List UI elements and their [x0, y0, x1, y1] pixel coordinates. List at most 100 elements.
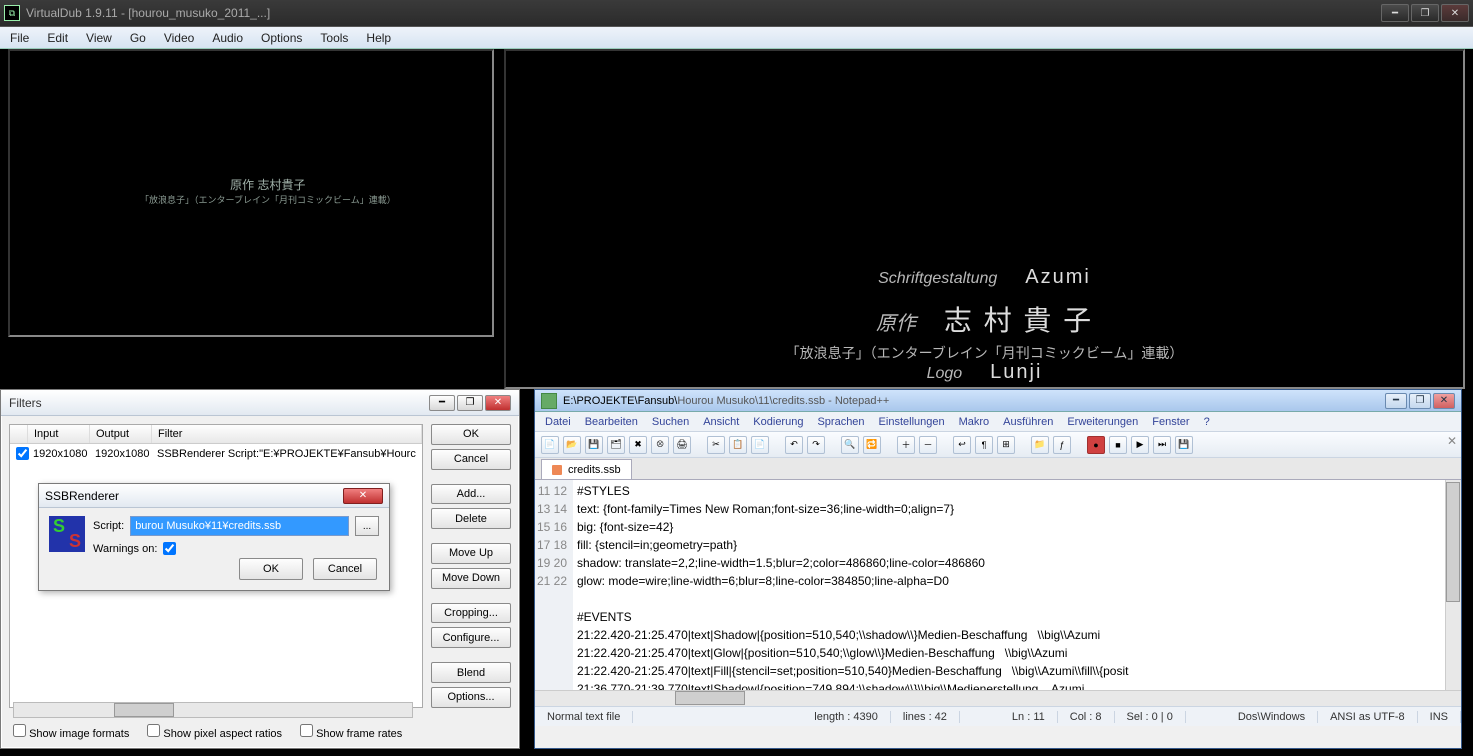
filters-add-button[interactable]: Add... [431, 484, 511, 505]
npp-titlebar[interactable]: E:\PROJEKTE\Fansub\Hourou Musuko\11\cred… [535, 390, 1461, 412]
minimize-button[interactable]: ━ [1381, 4, 1409, 22]
filter-row[interactable]: 1920x1080 1920x1080 SSBRenderer Script:"… [10, 444, 422, 463]
filters-close-button[interactable]: ✕ [485, 395, 511, 411]
filters-ok-button[interactable]: OK [431, 424, 511, 445]
stop-macro-icon[interactable]: ■ [1109, 436, 1127, 454]
npp-hscroll[interactable] [535, 690, 1461, 706]
filters-hscroll-thumb[interactable] [114, 703, 174, 717]
menu-view[interactable]: View [86, 31, 112, 45]
npp-hscroll-thumb[interactable] [675, 691, 745, 705]
menu-help[interactable]: Help [366, 31, 391, 45]
filters-cropping-button[interactable]: Cropping... [431, 603, 511, 624]
filters-movedown-button[interactable]: Move Down [431, 568, 511, 589]
close-button[interactable]: ✕ [1441, 4, 1469, 22]
play-macro-icon[interactable]: ▶ [1131, 436, 1149, 454]
npp-editor[interactable]: 11 12 13 14 15 16 17 18 19 20 21 22 #STY… [535, 480, 1461, 690]
print-icon[interactable]: 🖨 [673, 436, 691, 454]
npp-vscroll-thumb[interactable] [1446, 482, 1460, 602]
menu-go[interactable]: Go [130, 31, 146, 45]
paste-icon[interactable]: 📄 [751, 436, 769, 454]
cut-icon[interactable]: ✂ [707, 436, 725, 454]
copy-icon[interactable]: 📋 [729, 436, 747, 454]
redo-icon[interactable]: ↷ [807, 436, 825, 454]
zoom-in-icon[interactable]: ＋ [897, 436, 915, 454]
filters-cancel-button[interactable]: Cancel [431, 449, 511, 470]
function-list-icon[interactable]: ƒ [1053, 436, 1071, 454]
maximize-button[interactable]: ❐ [1411, 4, 1439, 22]
npp-minimize-button[interactable]: ━ [1385, 393, 1407, 409]
ssb-ok-button[interactable]: OK [239, 558, 303, 580]
ssb-script-input[interactable] [130, 516, 349, 536]
replace-icon[interactable]: 🔁 [863, 436, 881, 454]
menu-audio[interactable]: Audio [212, 31, 243, 45]
close-file-icon[interactable]: ✖ [629, 436, 647, 454]
undo-icon[interactable]: ↶ [785, 436, 803, 454]
save-all-icon[interactable]: 🗂 [607, 436, 625, 454]
col-input[interactable]: Input [28, 425, 90, 443]
output-preview-pane[interactable]: Schriftgestaltung Azumi 原作 志 村 貴 子 「放浪息子… [504, 49, 1465, 389]
ssb-browse-button[interactable]: ... [355, 516, 379, 536]
zoom-out-icon[interactable]: － [919, 436, 937, 454]
npp-vscroll[interactable] [1445, 480, 1461, 690]
filters-maximize-button[interactable]: ❐ [457, 395, 483, 411]
save-icon[interactable]: 💾 [585, 436, 603, 454]
filter-enabled-checkbox[interactable] [16, 447, 29, 460]
menu-file[interactable]: File [10, 31, 29, 45]
npp-toolbar[interactable]: 📄 📂 💾 🗂 ✖ ⮾ 🖨 ✂ 📋 📄 ↶ ↷ 🔍 🔁 ＋ － ↩ ¶ ⊞ 📁 … [535, 432, 1461, 458]
npp-menu-einstellungen[interactable]: Einstellungen [879, 416, 945, 428]
new-file-icon[interactable]: 📄 [541, 436, 559, 454]
folder-icon[interactable]: 📁 [1031, 436, 1049, 454]
menu-options[interactable]: Options [261, 31, 302, 45]
ssb-warnings-checkbox[interactable] [163, 542, 176, 555]
npp-tab-credits[interactable]: credits.ssb [541, 459, 632, 479]
check-image-formats[interactable]: Show image formats [13, 724, 129, 740]
ssb-titlebar[interactable]: SSBRenderer ✕ [39, 484, 389, 508]
main-titlebar[interactable]: ⧉ VirtualDub 1.9.11 - [hourou_musuko_201… [0, 0, 1473, 27]
code-area[interactable]: #STYLES text: {font-family=Times New Rom… [573, 480, 1461, 690]
npp-menu-kodierung[interactable]: Kodierung [753, 416, 803, 428]
play-multi-icon[interactable]: ⏭ [1153, 436, 1171, 454]
filters-configure-button[interactable]: Configure... [431, 627, 511, 648]
npp-menu-ansicht[interactable]: Ansicht [703, 416, 739, 428]
npp-menu-ausfuehren[interactable]: Ausführen [1003, 416, 1053, 428]
filters-blend-button[interactable]: Blend [431, 662, 511, 683]
filters-options-button[interactable]: Options... [431, 687, 511, 708]
npp-menu-erweiterungen[interactable]: Erweiterungen [1067, 416, 1138, 428]
menu-edit[interactable]: Edit [47, 31, 68, 45]
npp-menu-fenster[interactable]: Fenster [1152, 416, 1189, 428]
menu-tools[interactable]: Tools [320, 31, 348, 45]
wordwrap-icon[interactable]: ↩ [953, 436, 971, 454]
menu-video[interactable]: Video [164, 31, 194, 45]
indent-guide-icon[interactable]: ⊞ [997, 436, 1015, 454]
open-file-icon[interactable]: 📂 [563, 436, 581, 454]
filters-titlebar[interactable]: Filters ━ ❐ ✕ [1, 390, 519, 416]
npp-menu-help[interactable]: ? [1204, 416, 1210, 428]
npp-menubar[interactable]: Datei Bearbeiten Suchen Ansicht Kodierun… [535, 412, 1461, 432]
npp-menu-datei[interactable]: Datei [545, 416, 571, 428]
col-output[interactable]: Output [90, 425, 152, 443]
ssb-close-button[interactable]: ✕ [343, 488, 383, 504]
ssb-cancel-button[interactable]: Cancel [313, 558, 377, 580]
npp-tab-bar[interactable]: credits.ssb ✕ [535, 458, 1461, 480]
check-pixel-aspect[interactable]: Show pixel aspect ratios [147, 724, 282, 740]
input-preview-pane[interactable]: 原作 志村貴子 「放浪息子」（エンターブレイン「月刊コミックビーム」連載） [8, 49, 494, 337]
filters-delete-button[interactable]: Delete [431, 508, 511, 529]
close-all-icon[interactable]: ⮾ [651, 436, 669, 454]
npp-menu-makro[interactable]: Makro [959, 416, 990, 428]
col-filter[interactable]: Filter [152, 425, 422, 443]
main-menubar[interactable]: File Edit View Go Video Audio Options To… [0, 27, 1473, 49]
filters-moveup-button[interactable]: Move Up [431, 543, 511, 564]
show-all-chars-icon[interactable]: ¶ [975, 436, 993, 454]
save-macro-icon[interactable]: 💾 [1175, 436, 1193, 454]
filters-minimize-button[interactable]: ━ [429, 395, 455, 411]
npp-menu-suchen[interactable]: Suchen [652, 416, 689, 428]
find-icon[interactable]: 🔍 [841, 436, 859, 454]
filters-hscroll[interactable] [13, 702, 413, 718]
npp-menu-sprachen[interactable]: Sprachen [817, 416, 864, 428]
record-macro-icon[interactable]: ● [1087, 436, 1105, 454]
npp-maximize-button[interactable]: ❐ [1409, 393, 1431, 409]
check-frame-rates[interactable]: Show frame rates [300, 724, 402, 740]
npp-tab-close-icon[interactable]: ✕ [1447, 434, 1457, 448]
npp-menu-bearbeiten[interactable]: Bearbeiten [585, 416, 638, 428]
npp-close-button[interactable]: ✕ [1433, 393, 1455, 409]
